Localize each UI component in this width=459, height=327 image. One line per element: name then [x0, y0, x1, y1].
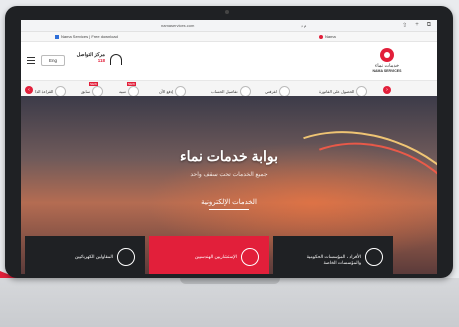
tab-strip: Nama Services | Free download Nama	[21, 32, 437, 42]
add-tab-icon[interactable]: +	[415, 22, 419, 29]
section-heading: الخدمات الإلكترونية	[21, 198, 437, 210]
service-card-individuals[interactable]: الأفراد ، المؤسسات الحكومية والمؤسسات ال…	[273, 236, 393, 274]
nav-next-button[interactable]: ›	[383, 86, 391, 94]
service-label: الحصول على الفاتورة	[319, 89, 355, 94]
service-card-electrical-contractors[interactable]: المقاولين الكهربائيين	[25, 236, 145, 274]
contractor-icon	[117, 248, 135, 266]
hero-title: بوابة خدمات نماء	[180, 148, 278, 164]
menu-icon[interactable]	[27, 57, 35, 66]
service-card-engineering-consultants[interactable]: الإستشاريين الهندسيين	[149, 236, 269, 274]
people-icon	[365, 248, 383, 266]
browser-toolbar: ⇧ + ⧉	[402, 22, 431, 29]
contact-center[interactable]: مركز التواصل 118	[75, 52, 105, 63]
share-icon[interactable]: ⇧	[402, 22, 407, 29]
favicon-icon	[55, 34, 59, 39]
service-label: لغرفتي	[265, 89, 277, 94]
logo-mark	[380, 48, 394, 62]
url-text[interactable]: namaservices.com	[161, 23, 194, 28]
service-label: تفاصيل الحساب	[211, 89, 238, 94]
screen: namaservices.com م د ⇧ + ⧉ Nama Services…	[21, 20, 437, 274]
site-logo[interactable]: خدمات نماء NAMA SERVICES	[367, 48, 407, 73]
tab-nama-services[interactable]: Nama Services | Free download	[55, 34, 118, 39]
tab-label: Nama Services | Free download	[61, 34, 118, 39]
favicon-icon	[319, 34, 323, 39]
address-badge: م د	[301, 23, 307, 28]
new-badge: NEW	[127, 82, 136, 86]
laptop-base	[0, 278, 459, 327]
camera-icon	[225, 10, 229, 14]
hero-subtitle: جميع الخدمات تحت سقف واحد	[190, 172, 268, 178]
card-label: الإستشاريين الهندسيين	[194, 254, 237, 259]
address-bar[interactable]: namaservices.com م د ⇧ + ⧉	[21, 20, 437, 32]
nav-prev-button[interactable]: ‹	[25, 86, 33, 94]
tab-nama[interactable]: Nama	[319, 34, 336, 39]
tab-label: Nama	[325, 34, 336, 39]
logo-english: NAMA SERVICES	[372, 69, 402, 73]
service-label: تنبيه	[119, 89, 126, 94]
laptop-notch	[180, 278, 280, 284]
card-label: المقاولين الكهربائيين	[74, 254, 113, 259]
card-label: الأفراد ، المؤسسات الحكومية والمؤسسات ال…	[306, 254, 361, 265]
consultant-icon	[241, 248, 259, 266]
service-label: سابق	[81, 89, 91, 94]
service-label: القراءة الذا	[35, 89, 54, 94]
tabs-overview-icon[interactable]: ⧉	[427, 22, 431, 29]
site-header: Eng مركز التواصل 118 خدمات نماء NAMA SER…	[21, 42, 437, 80]
laptop-frame: namaservices.com م د ⇧ + ⧉ Nama Services…	[5, 6, 453, 278]
hero-banner: بوابة خدمات نماء جميع الخدمات تحت سقف وا…	[21, 96, 437, 274]
new-badge: NEW	[89, 82, 98, 86]
contact-number: 118	[97, 58, 105, 63]
headset-icon	[110, 54, 122, 65]
language-button[interactable]: Eng	[41, 55, 65, 66]
service-label: إدفع الآن	[159, 89, 174, 94]
